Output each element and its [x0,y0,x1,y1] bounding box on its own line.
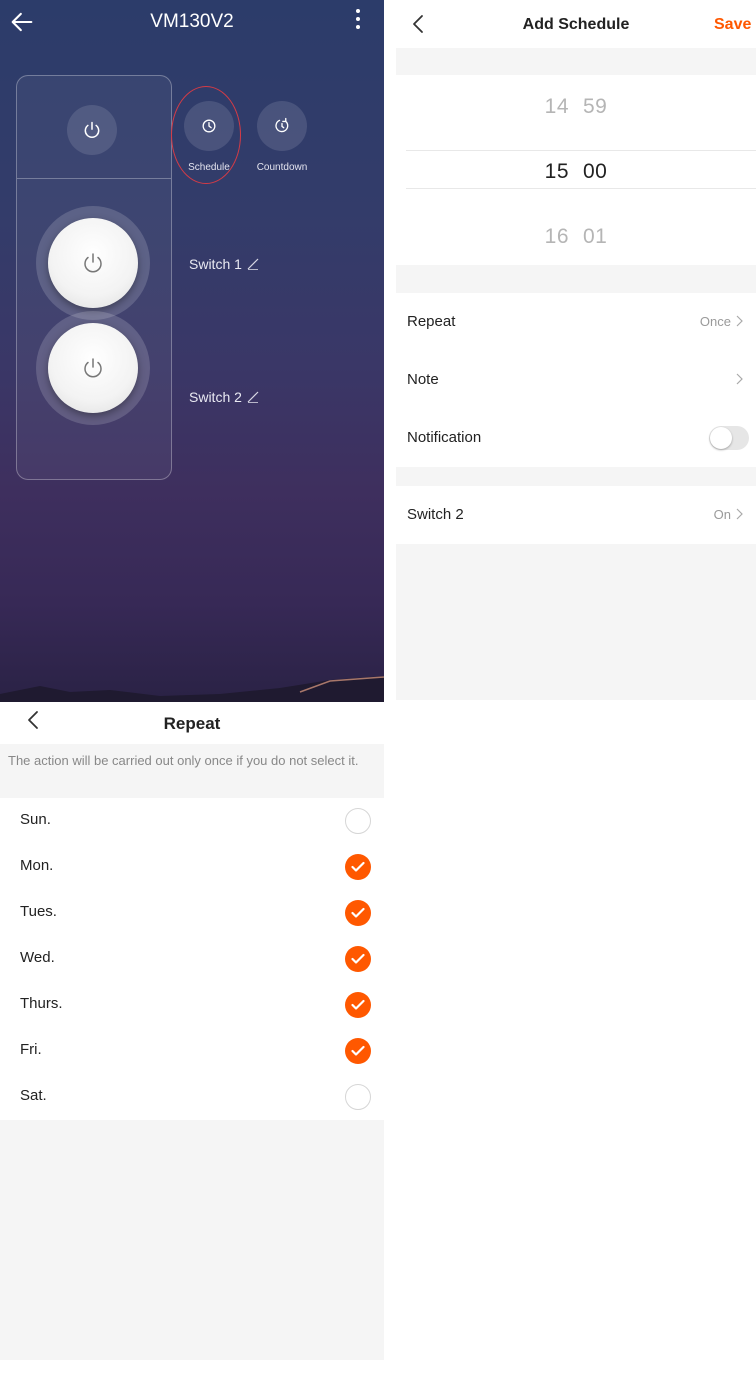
picker-row-selected[interactable]: 15 00 [396,160,756,184]
add-schedule-screen: Add Schedule Save 14 59 15 00 16 01 Repe… [396,0,756,700]
unchecked-circle-icon[interactable] [345,1084,371,1110]
day-list: Sun. Mon. Tues. Wed. Thurs. Fri. Sat. [0,798,384,1120]
note-label: Note [407,371,439,388]
repeat-value: Once [700,314,744,329]
countdown-button[interactable] [257,101,307,151]
schedule-highlight-ring [171,86,241,184]
checked-circle-icon[interactable] [345,992,371,1018]
schedule-nav-bar: Add Schedule Save [396,0,756,48]
day-row[interactable]: Tues. [0,890,384,936]
notification-label: Notification [407,429,482,446]
picker-hour: 14 [544,95,569,118]
note-row[interactable]: Note [396,351,756,409]
picker-row-prev[interactable]: 14 59 [396,95,756,119]
checked-circle-icon[interactable] [345,854,371,880]
day-label: Fri. [20,1041,42,1058]
more-options-icon[interactable] [346,6,370,40]
edit-pencil-icon[interactable] [247,391,259,403]
switch-1-name[interactable]: Switch 1 [189,256,259,272]
power-icon [84,358,102,378]
power-icon [84,121,100,139]
switch-2-ring [36,311,150,425]
switch-2-name[interactable]: Switch 2 [189,389,259,405]
day-row[interactable]: Wed. [0,936,384,982]
switch-2-button[interactable] [48,323,138,413]
device-screen: VM130V2 Schedule Countdown Switch 1 Swit… [0,0,384,702]
edit-pencil-icon[interactable] [247,258,259,270]
power-icon [84,253,102,273]
day-label: Tues. [20,903,57,920]
repeat-value-text: Once [699,314,731,329]
repeat-row[interactable]: Repeat Once [396,293,756,351]
checkmark-icon [351,1045,365,1056]
all-power-button[interactable] [67,105,117,155]
picker-row-next[interactable]: 16 01 [396,225,756,249]
countdown-icon [275,117,289,133]
switch-1-ring [36,206,150,320]
chevron-right-icon [736,373,743,385]
checked-circle-icon[interactable] [345,946,371,972]
switch-2-label: Switch 2 [189,389,242,405]
picker-divider-top [406,150,756,151]
day-row[interactable]: Thurs. [0,982,384,1028]
repeat-screen: Repeat The action will be carried out on… [0,704,384,1360]
notification-row: Notification [396,409,756,467]
chevron-right-icon [736,315,743,327]
device-title: VM130V2 [150,11,234,32]
day-row[interactable]: Mon. [0,844,384,890]
countdown-label: Countdown [256,162,308,173]
day-label: Mon. [20,857,54,874]
switch-1-label: Switch 1 [189,256,242,272]
schedule-options-group: Repeat Once Note Notification [396,293,756,467]
day-label: Sun. [20,811,51,828]
day-row[interactable]: Fri. [0,1028,384,1074]
switch-target-value: On [714,507,744,522]
device-top-bar: VM130V2 [0,0,384,56]
checked-circle-icon[interactable] [345,1038,371,1064]
chevron-right-icon [736,508,743,520]
day-label: Sat. [20,1087,47,1104]
picker-hour: 15 [544,160,569,183]
switch-target-label: Switch 2 [407,506,464,523]
save-button[interactable]: Save [714,16,751,34]
switch-card [16,75,172,480]
switch-1-button[interactable] [48,218,138,308]
repeat-label: Repeat [407,313,456,330]
card-divider [17,178,171,179]
toggle-knob [710,427,732,449]
checkmark-icon [351,861,365,872]
checkmark-icon [351,953,365,964]
day-label: Thurs. [20,995,63,1012]
picker-minute: 01 [582,225,608,248]
mountain-silhouette [0,676,384,702]
picker-minute: 59 [582,95,608,118]
notification-toggle[interactable] [709,426,749,450]
unchecked-circle-icon[interactable] [345,808,371,834]
repeat-title: Repeat [163,714,221,733]
picker-hour: 16 [544,225,569,248]
checkmark-icon [351,907,365,918]
picker-minute: 00 [582,160,608,183]
checked-circle-icon[interactable] [345,900,371,926]
day-row[interactable]: Sun. [0,798,384,844]
schedule-title: Add Schedule [522,16,630,33]
day-label: Wed. [20,949,55,966]
repeat-hint: The action will be carried out only once… [8,753,359,768]
time-picker[interactable]: 14 59 15 00 16 01 [396,75,756,265]
picker-divider-bottom [406,188,756,189]
repeat-nav-bar: Repeat [0,704,384,744]
switch-target-value-text: On [713,507,731,522]
switch-target-row[interactable]: Switch 2 On [396,486,756,544]
note-value [731,372,744,387]
checkmark-icon [351,999,365,1010]
day-row[interactable]: Sat. [0,1074,384,1120]
switch-target-group: Switch 2 On [396,486,756,544]
